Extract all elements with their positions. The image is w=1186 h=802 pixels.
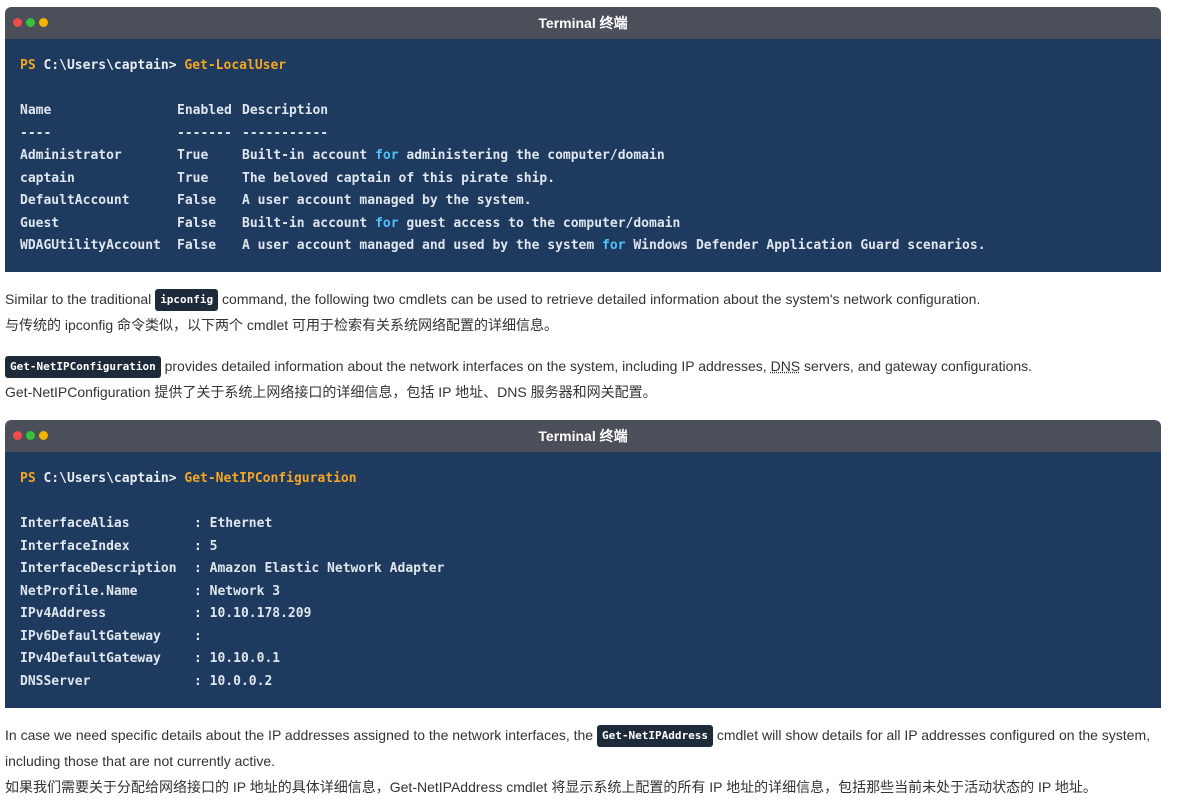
- terminal-title: Terminal 终端: [538, 15, 628, 31]
- paragraph-en: In case we need specific details about t…: [5, 725, 1151, 769]
- config-key: IPv4DefaultGateway: [20, 651, 161, 666]
- user-name: WDAGUtilityAccount: [20, 238, 161, 253]
- table-row: WDAGUtilityAccount False A user account ma…: [20, 235, 1146, 258]
- keyword-for: for: [375, 148, 399, 163]
- user-description: A user account managed by the system.: [242, 193, 532, 208]
- config-row: InterfaceAlias: Ethernet: [20, 513, 1146, 536]
- config-value: 10.0.0.2: [209, 673, 273, 689]
- config-row: IPv4Address: 10.10.178.209: [20, 603, 1146, 626]
- config-key: InterfaceDescription: [20, 561, 177, 576]
- inline-code-ipconfig: ipconfig: [155, 289, 219, 312]
- paragraph-zh: 如果我们需要关于分配给网络接口的 IP 地址的具体详细信息，Get-NetIPA…: [5, 779, 1097, 795]
- prompt-path: C:\Users\captain>: [35, 471, 185, 486]
- user-enabled: True: [177, 148, 209, 163]
- config-key: DNSServer: [20, 673, 91, 689]
- terminal-window-netipconfiguration: Terminal 终端 PS C:\Users\captain> Get-Net…: [5, 420, 1161, 708]
- keyword-for: for: [602, 238, 626, 253]
- terminal-title-bar: Terminal 终端: [5, 420, 1161, 452]
- config-row: IPv4DefaultGateway: 10.10.0.1: [20, 648, 1146, 671]
- table-row: Guest False Built-in account for guest acc…: [20, 213, 1146, 236]
- user-description: Built-in account for guest access to the…: [242, 215, 681, 231]
- prompt-ps: PS: [20, 58, 36, 73]
- prompt-line: PS C:\Users\captain> Get-NetIPConfigurat…: [20, 468, 1146, 490]
- config-key: InterfaceIndex: [20, 538, 130, 554]
- user-description: Built-in account for administering the c…: [242, 148, 665, 163]
- user-enabled: False: [177, 238, 217, 253]
- terminal-window-local-user: Terminal 终端 PS C:\Users\captain> Get-Loc…: [5, 7, 1161, 272]
- prompt-ps: PS: [20, 471, 36, 486]
- user-description: A user account managed and used by the s…: [242, 238, 986, 253]
- config-row: IPv6DefaultGateway:: [20, 626, 1146, 649]
- dns-abbreviation[interactable]: DNS: [771, 358, 801, 374]
- config-key: InterfaceAlias: [20, 516, 130, 531]
- user-name: DefaultAccount: [20, 193, 130, 208]
- config-value: 10.10.0.1: [209, 651, 281, 666]
- paragraph-get-netipaddress: In case we need specific details about t…: [5, 722, 1165, 800]
- user-table-rows: Administrator True Built-in account for ad…: [20, 145, 1146, 258]
- user-description: The beloved captain of this pirate ship.: [242, 170, 556, 186]
- inline-code-get-netipaddress: Get-NetIPAddress: [597, 725, 713, 748]
- inline-code-get-netipconfiguration: Get-NetIPConfiguration: [5, 356, 161, 379]
- table-row: captain True The beloved captain of this p…: [20, 168, 1146, 191]
- terminal-output: PS C:\Users\captain> Get-NetIPConfigurat…: [5, 452, 1161, 708]
- config-value: 5: [209, 538, 218, 554]
- paragraph-zh: 与传统的 ipconfig 命令类似，以下两个 cmdlet 可用于检索有关系统…: [5, 317, 559, 333]
- paragraph-en: Get-NetIPConfiguration provides detailed…: [5, 353, 1165, 379]
- config-value: Amazon Elastic Network Adapter: [209, 561, 445, 576]
- prompt-line: PS C:\Users\captain> Get-LocalUser: [20, 55, 1146, 77]
- user-name: Guest: [20, 215, 60, 231]
- user-enabled: False: [177, 193, 217, 208]
- user-enabled: False: [177, 215, 217, 231]
- config-row: InterfaceIndex: 5: [20, 536, 1146, 559]
- config-key: IPv4Address: [20, 606, 107, 621]
- user-name: captain: [20, 170, 75, 186]
- config-row: DNSServer: 10.0.0.2: [20, 671, 1146, 694]
- paragraph-zh: Get-NetIPConfiguration 提供了关于系统上网络接口的详细信息…: [5, 384, 657, 400]
- config-value: 10.10.178.209: [209, 606, 312, 621]
- config-key: NetProfile.Name: [20, 583, 138, 599]
- config-row: NetProfile.Name: Network 3: [20, 581, 1146, 604]
- config-value: Network 3: [209, 583, 281, 599]
- table-header: Name Enabled Description: [20, 103, 329, 118]
- user-name: Administrator: [20, 148, 122, 163]
- command-text: Get-LocalUser: [184, 58, 287, 73]
- terminal-title: Terminal 终端: [538, 428, 628, 444]
- terminal-output: PS C:\Users\captain> Get-LocalUser Name E…: [5, 39, 1161, 272]
- command-text: Get-NetIPConfiguration: [184, 471, 357, 486]
- table-divider: ---- ------- -----------: [20, 125, 329, 141]
- terminal-title-bar: Terminal 终端: [5, 7, 1161, 39]
- paragraph-get-netipconfiguration: Get-NetIPConfiguration provides detailed…: [5, 353, 1165, 405]
- prompt-path: C:\Users\captain>: [35, 58, 185, 73]
- paragraph-ipconfig: Similar to the traditional ipconfig comm…: [5, 286, 1165, 338]
- config-key: IPv6DefaultGateway: [20, 628, 161, 644]
- config-row: InterfaceDescription: Amazon Elastic Net…: [20, 558, 1146, 581]
- user-enabled: True: [177, 170, 209, 186]
- paragraph-en: Similar to the traditional ipconfig comm…: [5, 286, 1165, 312]
- table-row: Administrator True Built-in account for ad…: [20, 145, 1146, 168]
- config-rows: InterfaceAlias: Ethernet InterfaceIndex: …: [20, 513, 1146, 693]
- table-row: DefaultAccount False A user account manage…: [20, 190, 1146, 213]
- config-value: Ethernet: [209, 516, 273, 531]
- keyword-for: for: [375, 215, 399, 231]
